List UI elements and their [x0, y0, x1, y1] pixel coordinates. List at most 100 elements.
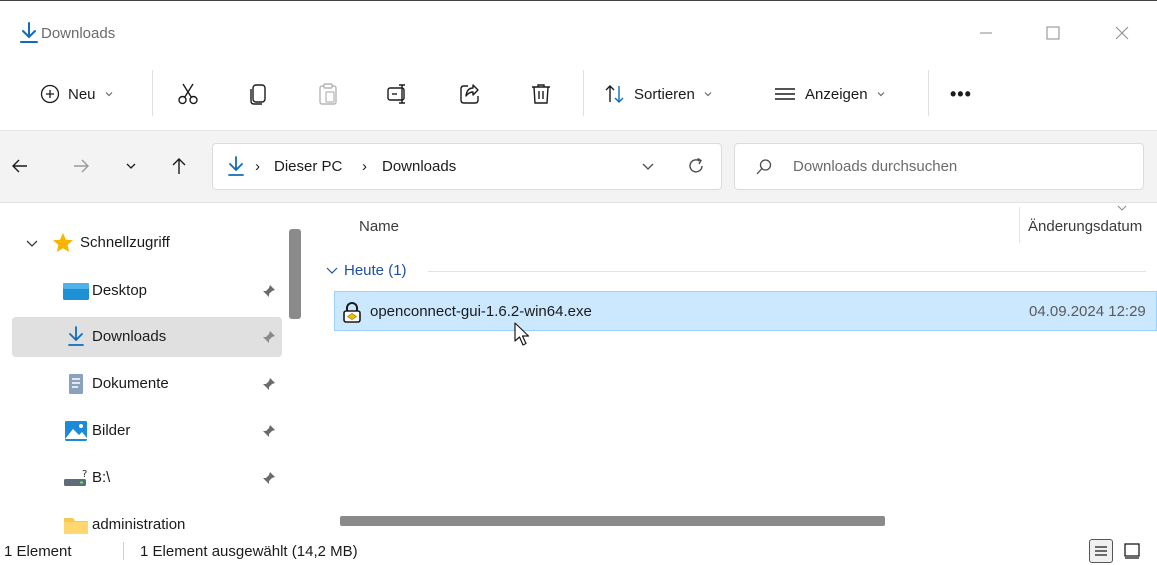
view-label: Anzeigen — [805, 85, 868, 103]
sidebar-item-downloads[interactable]: Downloads — [12, 317, 282, 357]
network-drive-icon: ? — [64, 469, 87, 486]
copy-icon — [250, 84, 266, 105]
download-icon — [228, 156, 244, 176]
svg-text:?: ? — [82, 469, 87, 480]
horizontal-scrollbar-thumb[interactable] — [340, 516, 885, 526]
rename-button[interactable] — [386, 76, 410, 112]
view-button[interactable]: Anzeigen — [773, 76, 886, 112]
download-icon — [20, 22, 38, 43]
sidebar-item-documents[interactable]: Dokumente — [12, 364, 282, 404]
back-button[interactable] — [5, 151, 35, 181]
address-bar[interactable]: › Dieser PC › Downloads — [212, 143, 722, 190]
installer-icon — [343, 302, 361, 323]
search-icon — [756, 159, 772, 175]
refresh-icon[interactable] — [687, 157, 705, 175]
toolbar-divider — [152, 70, 153, 116]
delete-icon — [532, 84, 550, 104]
toolbar-divider — [583, 70, 584, 116]
up-button[interactable] — [164, 151, 194, 181]
column-header-name[interactable]: Name — [359, 218, 399, 235]
paste-icon — [319, 83, 337, 105]
recent-locations-button[interactable] — [116, 151, 146, 181]
toolbar-divider — [928, 70, 929, 116]
delete-button[interactable] — [530, 76, 552, 112]
address-row: › Dieser PC › Downloads Downloads durchs… — [0, 131, 1157, 203]
navigation-pane: Schnellzugriff Desktop Downloads Dokumen… — [0, 203, 314, 536]
close-icon — [1115, 26, 1129, 40]
share-icon — [460, 84, 479, 104]
forward-button[interactable] — [66, 151, 96, 181]
file-list: Name Änderungsdatum Heute (1) openconnec… — [314, 203, 1157, 536]
file-date: 04.09.2024 12:29 — [1029, 303, 1146, 320]
table-row[interactable]: openconnect-gui-1.6.2-win64.exe 04.09.20… — [334, 291, 1157, 331]
maximize-button[interactable] — [1033, 15, 1073, 51]
pin-icon — [263, 425, 275, 437]
status-bar: 1 Element 1 Element ausgewählt (14,2 MB) — [0, 536, 1157, 565]
selection-info: 1 Element ausgewählt (14,2 MB) — [140, 543, 358, 560]
documents-icon — [69, 374, 83, 394]
chevron-down-icon — [105, 92, 112, 97]
file-name: openconnect-gui-1.6.2-win64.exe — [370, 303, 592, 320]
sidebar-item-label: Schnellzugriff — [80, 234, 170, 251]
minimize-icon — [980, 32, 992, 34]
details-view-icon — [1095, 546, 1107, 556]
paste-button[interactable] — [317, 76, 339, 112]
copy-button[interactable] — [248, 76, 270, 112]
pin-icon — [263, 472, 275, 484]
pictures-icon — [65, 421, 87, 441]
pin-icon — [263, 285, 275, 297]
chevron-down-icon[interactable] — [1117, 204, 1127, 212]
close-button[interactable] — [1102, 15, 1142, 51]
chevron-down-icon[interactable] — [641, 161, 655, 173]
pin-icon — [263, 378, 275, 390]
new-button[interactable]: Neu — [40, 76, 114, 112]
minimize-button[interactable] — [966, 15, 1006, 51]
sidebar-item-desktop[interactable]: Desktop — [12, 271, 282, 311]
search-placeholder[interactable]: Downloads durchsuchen — [793, 158, 957, 175]
more-options-button[interactable]: ••• — [950, 76, 972, 112]
window-title: Downloads — [41, 25, 116, 42]
sidebar-item-drive-b[interactable]: ? B:\ — [12, 458, 282, 498]
column-header-date[interactable]: Änderungsdatum — [1028, 218, 1142, 235]
chevron-down-icon — [704, 92, 712, 97]
arrow-right-icon — [74, 159, 89, 173]
status-divider — [123, 542, 124, 560]
tiles-view-icon — [1124, 543, 1140, 559]
desktop-folder-icon — [63, 283, 89, 300]
sidebar-item-quick-access[interactable]: Schnellzugriff — [12, 223, 282, 263]
maximize-icon — [1046, 26, 1060, 40]
tiles-view-button[interactable] — [1120, 539, 1144, 563]
group-header-today[interactable]: Heute (1) — [326, 262, 407, 279]
arrow-up-icon — [172, 158, 186, 174]
sidebar-item-label: Desktop — [92, 282, 148, 299]
view-lines-icon — [775, 88, 795, 100]
sort-label: Sortieren — [634, 85, 695, 103]
chevron-down-icon — [877, 92, 884, 97]
download-icon — [68, 326, 84, 346]
sidebar-item-label: administration — [92, 516, 186, 533]
more-icon: ••• — [950, 83, 972, 104]
search-box[interactable]: Downloads durchsuchen — [734, 143, 1144, 190]
arrow-left-icon — [12, 159, 27, 173]
command-bar: Neu Sortieren Anzeigen ••• — [0, 58, 1157, 131]
sidebar-item-label: Dokumente — [92, 375, 169, 392]
cut-button[interactable] — [176, 76, 200, 112]
sidebar-item-administration[interactable]: administration — [12, 505, 282, 536]
column-divider[interactable] — [1019, 207, 1020, 243]
breadcrumb-separator: › — [362, 158, 367, 175]
details-view-button[interactable] — [1089, 539, 1113, 563]
sidebar-scrollbar-thumb[interactable] — [289, 229, 301, 319]
sort-button[interactable]: Sortieren — [604, 76, 713, 112]
sidebar-item-pictures[interactable]: Bilder — [12, 411, 282, 451]
plus-circle-icon — [40, 84, 60, 104]
new-label: Neu — [68, 85, 96, 103]
star-icon — [53, 233, 73, 252]
breadcrumb-this-pc[interactable]: Dieser PC — [274, 158, 342, 175]
breadcrumb-downloads[interactable]: Downloads — [382, 158, 456, 175]
chevron-down-icon[interactable] — [26, 239, 38, 249]
chevron-down-icon — [126, 163, 136, 169]
folder-icon — [64, 518, 88, 534]
sort-icon — [605, 85, 624, 103]
group-label: Heute (1) — [344, 262, 407, 279]
share-button[interactable] — [458, 76, 482, 112]
